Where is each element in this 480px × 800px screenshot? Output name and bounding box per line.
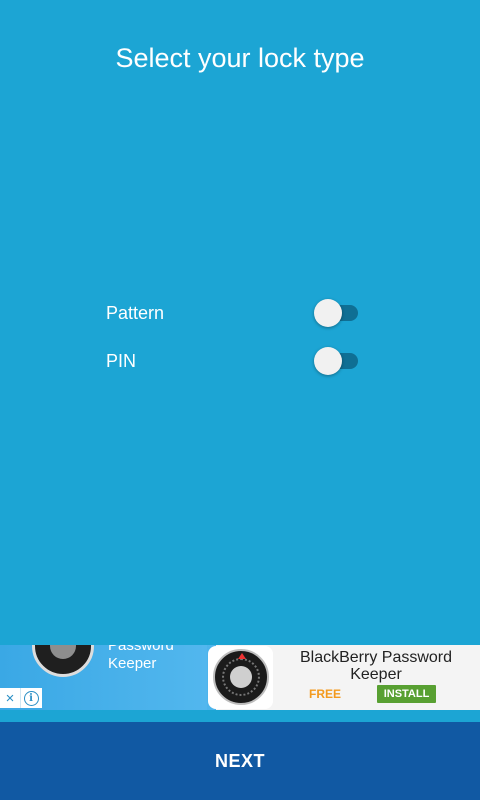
- pattern-toggle-thumb: [314, 299, 342, 327]
- pattern-toggle[interactable]: [314, 293, 360, 333]
- pin-toggle-thumb: [314, 347, 342, 375]
- option-label-pattern: Pattern: [106, 303, 165, 323]
- page-title: Select your lock type: [115, 43, 365, 73]
- lock-dial-icon: [32, 645, 94, 677]
- option-row-pin: PIN: [106, 341, 360, 381]
- ad-controls: × i: [0, 688, 42, 708]
- ad-app-icon[interactable]: [208, 646, 273, 709]
- ad-close-icon[interactable]: ×: [0, 688, 20, 708]
- info-icon: i: [23, 690, 39, 706]
- next-button-label: NEXT: [214, 750, 265, 771]
- ad-install-button[interactable]: INSTALL: [377, 685, 436, 703]
- ad-left-text: Password Keeper: [108, 645, 174, 672]
- option-row-pattern: Pattern: [106, 293, 360, 333]
- ad-title[interactable]: BlackBerry Password Keeper: [275, 649, 477, 683]
- next-button[interactable]: NEXT: [0, 722, 480, 800]
- ad-banner[interactable]: Password Keeper BlackBerry Password Keep…: [0, 645, 480, 710]
- lock-dial-icon: [213, 649, 269, 705]
- option-label-pin: PIN: [106, 351, 137, 371]
- pin-toggle[interactable]: [314, 341, 360, 381]
- ad-price: FREE: [309, 687, 342, 701]
- ad-info-button[interactable]: i: [20, 688, 41, 708]
